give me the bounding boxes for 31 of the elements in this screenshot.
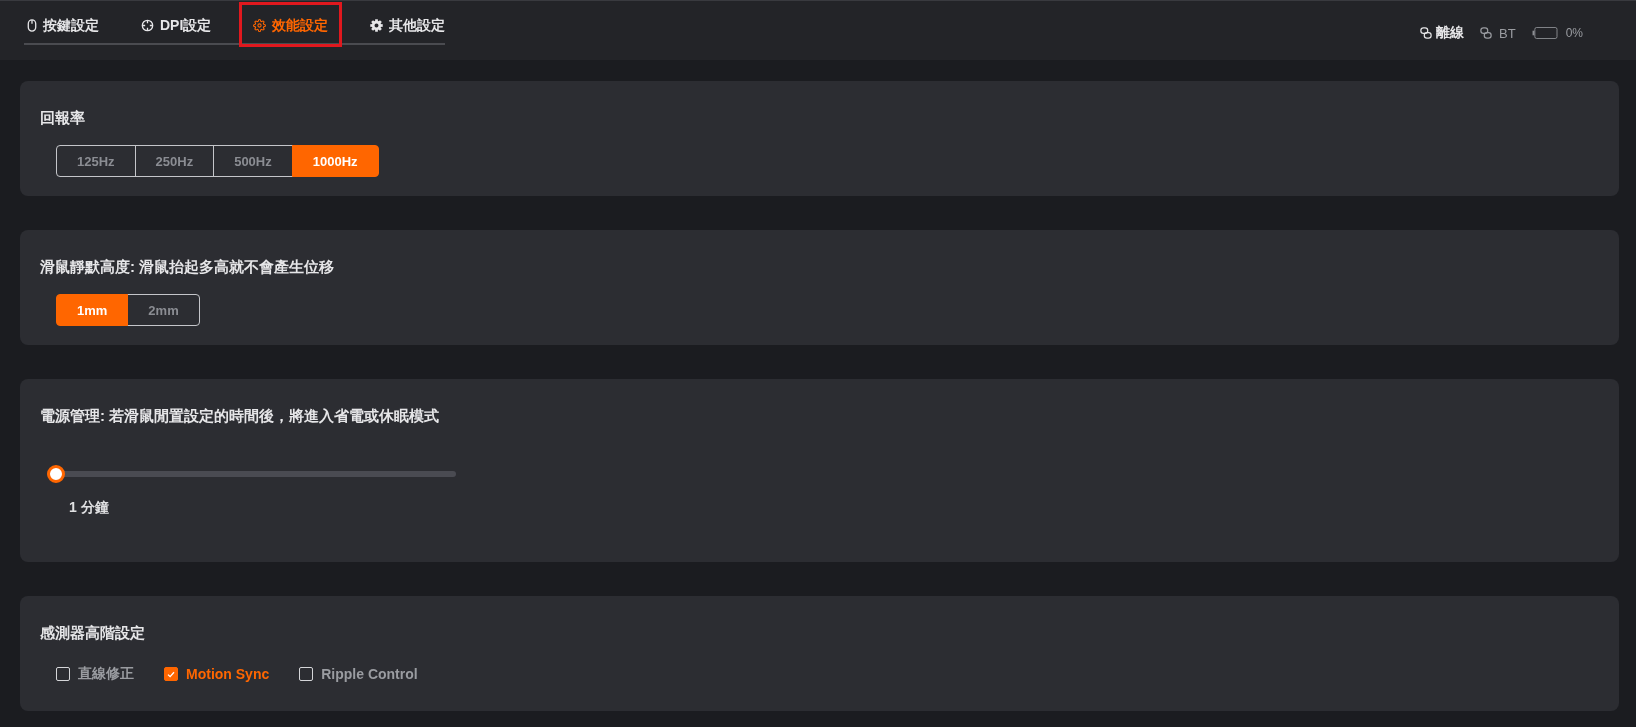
section-title: 滑鼠靜默高度: 滑鼠抬起多高就不會產生位移 [40,257,336,277]
bluetooth-label: BT [1499,25,1516,41]
section-title: 感測器高階設定 [40,623,146,643]
battery-icon [1531,27,1558,39]
checkbox[interactable] [164,667,178,681]
option-button[interactable]: 1mm [56,294,129,326]
tab[interactable]: 效能設定 [253,1,329,43]
checkmark-icon [167,670,175,678]
tab[interactable]: DPI設定 [141,1,212,43]
slider-value: 1 分鐘 [69,498,109,516]
tab[interactable]: 其他設定 [370,1,446,43]
slider-track[interactable] [47,465,456,483]
slider-thumb[interactable] [47,465,65,483]
mouse-icon [27,19,37,32]
crosshair-icon [141,19,154,32]
checkbox-label[interactable]: 直線修正 [78,665,134,683]
section-title: 電源管理: 若滑鼠閒置設定的時間後，將進入省電或休眠模式 [40,406,441,426]
battery-level: 0% [1565,26,1583,40]
gear-icon [370,19,384,32]
connection-status: 離線 [1436,24,1465,42]
option-button[interactable]: 1000Hz [291,145,379,177]
option-button[interactable]: 250Hz [134,145,215,177]
checkbox-label[interactable]: Motion Sync [186,666,270,682]
tab[interactable]: 按鍵設定 [24,1,99,43]
gear-icon [253,19,267,32]
option-button[interactable]: 125Hz [56,145,136,177]
checkbox-label[interactable]: Ripple Control [321,666,418,682]
link-icon [1420,27,1433,39]
link-icon [1480,27,1493,39]
section-title: 回報率 [40,108,86,128]
option-button[interactable]: 2mm [127,294,200,326]
